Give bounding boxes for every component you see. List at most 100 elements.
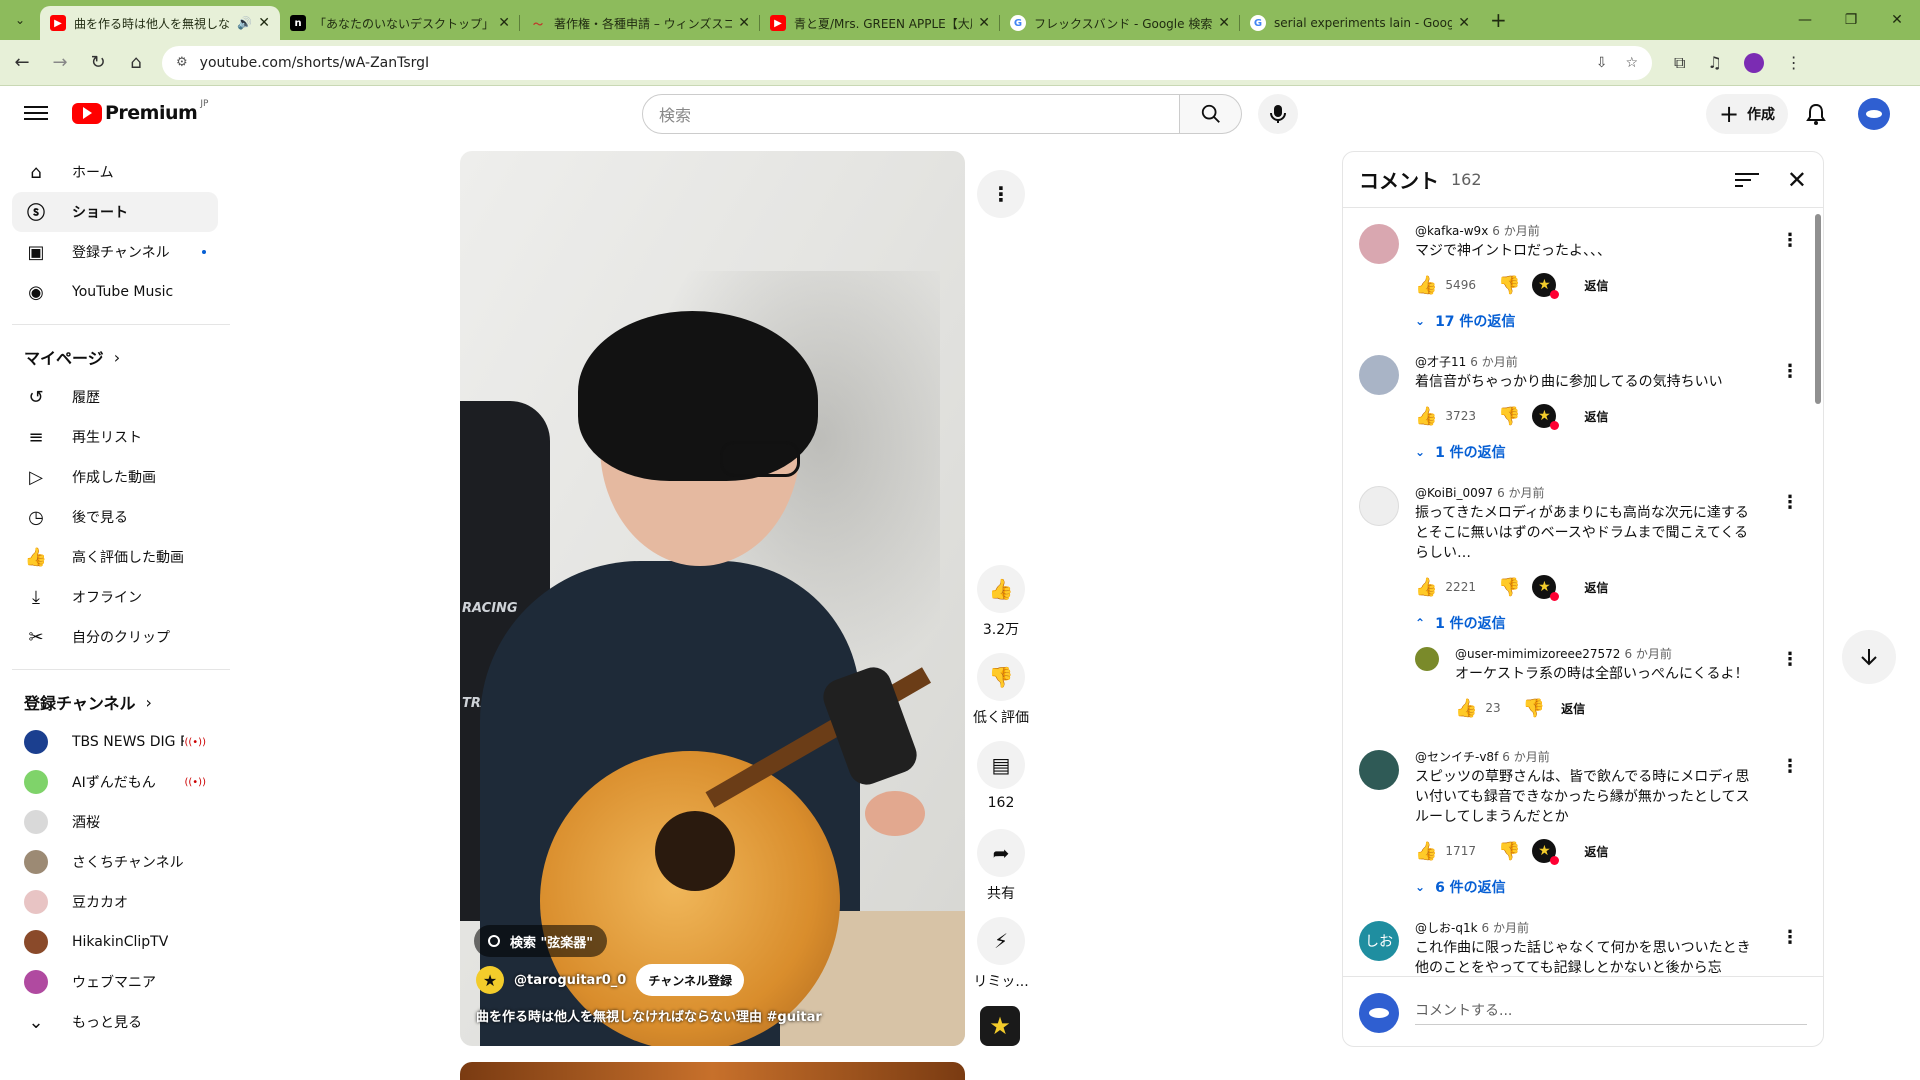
sidebar-item-shorts[interactable]: ⓢ ショート bbox=[12, 192, 218, 232]
speaker-icon[interactable]: 🔊 bbox=[237, 16, 252, 30]
restore-icon[interactable]: ❐ bbox=[1828, 0, 1874, 40]
sidebar-item-your-videos[interactable]: ▷ 作成した動画 bbox=[12, 457, 218, 497]
home-page-icon[interactable]: ⌂ bbox=[120, 47, 152, 79]
comment-input[interactable]: コメントする... bbox=[1415, 1000, 1807, 1025]
hide-replies-button[interactable]: ⌃ 1 件の返信 bbox=[1415, 605, 1797, 641]
sound-thumbnail[interactable]: ★ bbox=[980, 1006, 1020, 1046]
comment-author[interactable]: @KoiBi_0097 bbox=[1415, 486, 1493, 500]
browser-tab-4[interactable]: ▶ 青と夏/Mrs. GREEN APPLE【大原 ✕ bbox=[760, 6, 1000, 40]
thumbs-down-icon[interactable]: 👎 bbox=[1498, 841, 1520, 862]
commenter-avatar[interactable]: しお bbox=[1359, 921, 1399, 961]
comment-icon[interactable]: ▤ bbox=[977, 741, 1025, 789]
comment-author[interactable]: @しお-q1k bbox=[1415, 921, 1478, 935]
close-tab-icon[interactable]: ✕ bbox=[258, 15, 270, 31]
extensions-icon[interactable]: ⧉ bbox=[1674, 53, 1685, 73]
thumbs-down-icon[interactable]: 👎 bbox=[977, 653, 1025, 701]
related-search-chip[interactable]: 検索 "弦楽器" bbox=[474, 925, 608, 957]
close-icon[interactable]: ✕ bbox=[1787, 166, 1807, 194]
view-replies-button[interactable]: ⌄ 1 件の返信 bbox=[1415, 434, 1797, 470]
channel-item[interactable]: AIずんだもん ((•)) bbox=[12, 762, 218, 802]
subscriptions-header[interactable]: 登録チャンネル › bbox=[12, 682, 218, 722]
reply-button[interactable]: 返信 bbox=[1584, 843, 1608, 860]
media-control-icon[interactable]: ♫ bbox=[1707, 53, 1721, 72]
reply-button[interactable]: 返信 bbox=[1584, 277, 1608, 294]
comments-scrollbar[interactable] bbox=[1814, 208, 1822, 976]
commenter-avatar[interactable] bbox=[1359, 355, 1399, 395]
sidebar-item-history[interactable]: ↺ 履歴 bbox=[12, 377, 218, 417]
share-icon[interactable]: ➦ bbox=[977, 829, 1025, 877]
sidebar-item-watch-later[interactable]: ◷ 後で見る bbox=[12, 497, 218, 537]
search-input[interactable]: 検索 bbox=[642, 94, 1180, 134]
commenter-avatar[interactable] bbox=[1359, 486, 1399, 526]
comment-menu-icon[interactable]: ⋮ bbox=[1781, 361, 1799, 382]
comment-menu-icon[interactable]: ⋮ bbox=[1781, 649, 1799, 670]
thumbs-up-icon[interactable]: 👍 bbox=[1455, 698, 1477, 719]
sidebar-item-youtube-music[interactable]: ◉ YouTube Music bbox=[12, 272, 218, 312]
close-window-icon[interactable]: ✕ bbox=[1874, 0, 1920, 40]
reply-button[interactable]: 返信 bbox=[1584, 579, 1608, 596]
channel-handle[interactable]: @taroguitar0_0 bbox=[514, 973, 626, 988]
show-more-button[interactable]: ⌄ もっと見る bbox=[12, 1002, 218, 1042]
browser-tab-6[interactable]: G serial experiments lain - Google ✕ bbox=[1240, 6, 1480, 40]
video-title[interactable]: 曲を作る時は他人を無視しなければならない理由 #guitar bbox=[476, 1006, 822, 1025]
minimize-icon[interactable]: — bbox=[1782, 0, 1828, 40]
commenter-avatar[interactable] bbox=[1359, 750, 1399, 790]
comment-menu-icon[interactable]: ⋮ bbox=[1781, 230, 1799, 251]
search-button[interactable] bbox=[1180, 94, 1242, 134]
comment-menu-icon[interactable]: ⋮ bbox=[1781, 492, 1799, 513]
comment-author[interactable]: @才子11 bbox=[1415, 355, 1466, 369]
create-button[interactable]: + 作成 bbox=[1706, 94, 1788, 134]
next-video-button[interactable] bbox=[1842, 630, 1896, 684]
channel-item[interactable]: 豆カカオ bbox=[12, 882, 218, 922]
close-tab-icon[interactable]: ✕ bbox=[978, 15, 990, 31]
thumbs-down-icon[interactable]: 👎 bbox=[1498, 577, 1520, 598]
channel-item[interactable]: 酒桜 bbox=[12, 802, 218, 842]
address-bar[interactable]: ⚙ youtube.com/shorts/wA-ZanTsrgI ⇩ ☆ bbox=[162, 45, 1652, 80]
close-tab-icon[interactable]: ✕ bbox=[1458, 15, 1470, 31]
channel-item[interactable]: さくちチャンネル bbox=[12, 842, 218, 882]
replier-avatar[interactable] bbox=[1415, 647, 1439, 671]
browser-tab-5[interactable]: G フレックスバンド - Google 検索 ✕ bbox=[1000, 6, 1240, 40]
scrollbar-thumb[interactable] bbox=[1815, 214, 1821, 404]
new-tab-button[interactable]: + bbox=[1490, 8, 1507, 32]
comment-author[interactable]: @センイチ-v8f bbox=[1415, 750, 1498, 764]
notifications-bell-icon[interactable] bbox=[1802, 100, 1830, 128]
channel-avatar[interactable]: ★ bbox=[476, 966, 504, 994]
comment-menu-icon[interactable]: ⋮ bbox=[1781, 927, 1799, 948]
browser-menu-icon[interactable]: ⋮ bbox=[1786, 53, 1802, 72]
sidebar-item-playlists[interactable]: ≡ 再生リスト bbox=[12, 417, 218, 457]
sidebar-item-downloads[interactable]: ⤓ オフライン bbox=[12, 577, 218, 617]
thumbs-down-icon[interactable]: 👎 bbox=[1523, 698, 1545, 719]
view-replies-button[interactable]: ⌄ 17 件の返信 bbox=[1415, 303, 1797, 339]
more-options-button[interactable]: ⋮ bbox=[977, 170, 1025, 218]
sidebar-item-subscriptions[interactable]: ▣ 登録チャンネル bbox=[12, 232, 218, 272]
thumbs-up-icon[interactable]: 👍 bbox=[1415, 577, 1437, 598]
channel-item[interactable]: ウェブマニア bbox=[12, 962, 218, 1002]
sidebar-item-liked-videos[interactable]: 👍 高く評価した動画 bbox=[12, 537, 218, 577]
thumbs-up-icon[interactable]: 👍 bbox=[1415, 275, 1437, 296]
reply-button[interactable]: 返信 bbox=[1561, 700, 1585, 717]
close-tab-icon[interactable]: ✕ bbox=[498, 15, 510, 31]
channel-item[interactable]: TBS NEWS DIG P...((•)) bbox=[12, 722, 218, 762]
reload-icon[interactable]: ↻ bbox=[82, 47, 114, 79]
close-tab-icon[interactable]: ✕ bbox=[738, 15, 750, 31]
hamburger-menu-icon[interactable] bbox=[24, 102, 48, 126]
thumbs-up-icon[interactable]: 👍 bbox=[1415, 841, 1437, 862]
reply-author[interactable]: @user-mimimizoreee27572 bbox=[1455, 647, 1620, 661]
next-short-preview[interactable] bbox=[460, 1062, 965, 1080]
install-app-icon[interactable]: ⇩ bbox=[1596, 55, 1608, 71]
sidebar-item-home[interactable]: ⌂ ホーム bbox=[12, 152, 218, 192]
subscribe-button[interactable]: チャンネル登録 bbox=[636, 964, 744, 996]
thumbs-up-icon[interactable]: 👍 bbox=[1415, 406, 1437, 427]
browser-tab-1[interactable]: ▶ 曲を作る時は他人を無視しなければならない理由 #guitar - YouTu… bbox=[40, 6, 280, 40]
commenter-avatar[interactable] bbox=[1359, 224, 1399, 264]
reply-button[interactable]: 返信 bbox=[1584, 408, 1608, 425]
sort-icon[interactable] bbox=[1734, 168, 1759, 192]
site-info-icon[interactable]: ⚙ bbox=[176, 55, 188, 70]
bookmark-star-icon[interactable]: ☆ bbox=[1625, 55, 1638, 71]
thumbs-down-icon[interactable]: 👎 bbox=[1498, 406, 1520, 427]
thumbs-down-icon[interactable]: 👎 bbox=[1498, 275, 1520, 296]
youtube-premium-logo[interactable]: Premium JP bbox=[72, 99, 208, 124]
browser-tab-2[interactable]: n 「あなたのいないデスクトップ」について ✕ bbox=[280, 6, 520, 40]
browser-tab-3[interactable]: 〜 著作権・各種申請 – ウィンズスコア ✕ bbox=[520, 6, 760, 40]
